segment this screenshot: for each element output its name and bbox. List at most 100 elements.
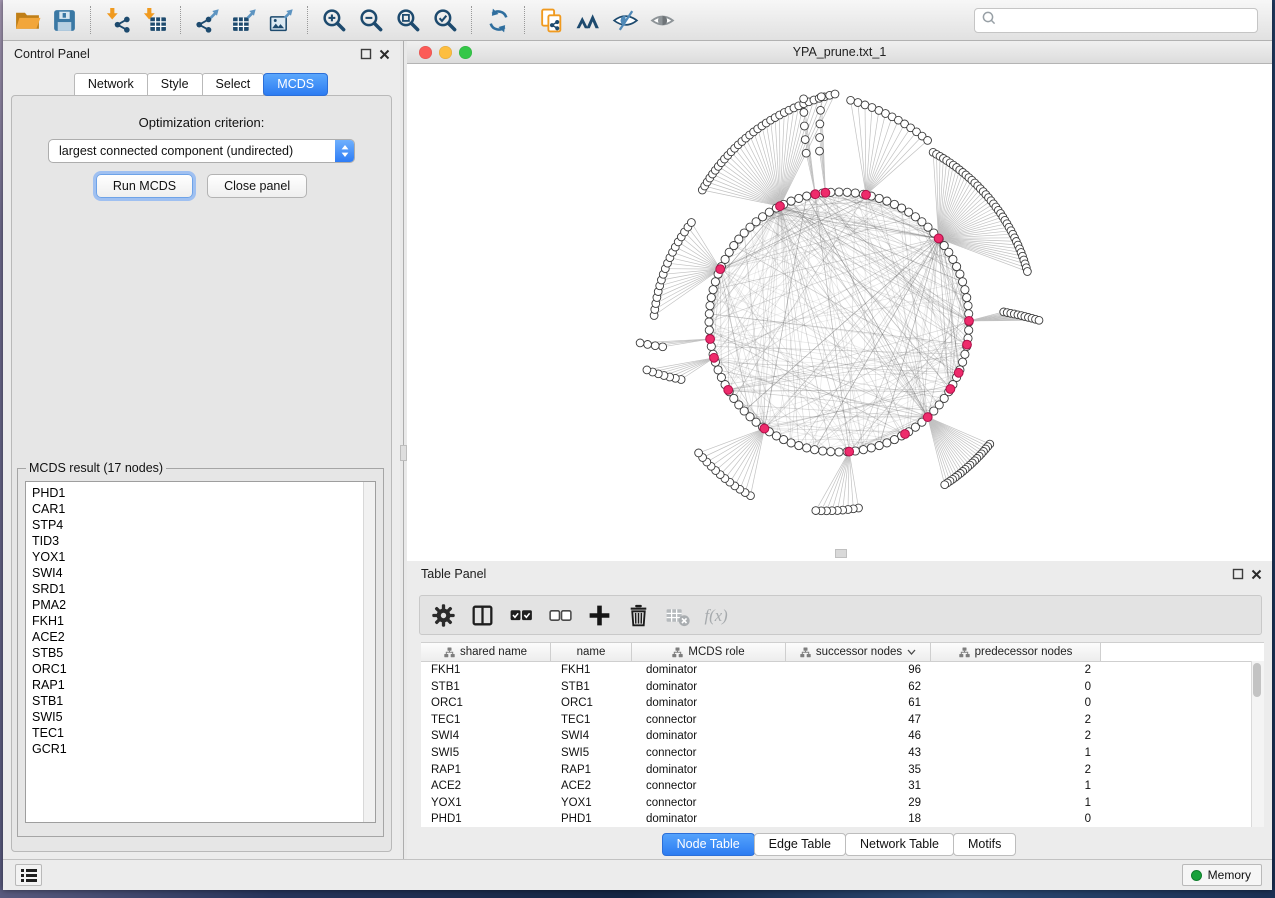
network-hub-node[interactable] (845, 447, 854, 456)
mcds-result-item[interactable]: STP4 (32, 517, 361, 533)
network-node[interactable] (705, 310, 713, 318)
table-scrollbar-thumb[interactable] (1253, 663, 1261, 697)
network-node[interactable] (867, 444, 875, 452)
panel-splitter[interactable] (400, 41, 407, 860)
network-hub-node[interactable] (710, 353, 719, 362)
network-node[interactable] (717, 373, 725, 381)
mcds-result-item[interactable]: TID3 (32, 533, 361, 549)
network-hub-node[interactable] (811, 190, 820, 199)
column-layout-button[interactable] (467, 600, 497, 630)
network-hub-node[interactable] (946, 385, 955, 394)
mcds-result-item[interactable]: GCR1 (32, 741, 361, 757)
table-row[interactable]: SWI5SWI5connector431 (421, 745, 1264, 762)
memory-button[interactable]: Memory (1182, 864, 1262, 886)
network-node[interactable] (961, 286, 969, 294)
attributes-gear-button[interactable] (428, 600, 458, 630)
column-header-shared-name[interactable]: shared name (421, 643, 551, 661)
tab-motifs[interactable]: Motifs (953, 833, 1016, 856)
minimize-traffic-light[interactable] (439, 46, 452, 59)
deselect-all-checkboxes-button[interactable] (545, 600, 575, 630)
table-panel-close-button[interactable] (1250, 568, 1263, 581)
network-node[interactable] (941, 481, 949, 489)
import-network-from-file-button[interactable] (99, 4, 136, 36)
mcds-result-item[interactable]: STB5 (32, 645, 361, 661)
network-node[interactable] (802, 149, 810, 157)
network-hub-node[interactable] (716, 265, 725, 274)
network-node[interactable] (890, 436, 898, 444)
network-hub-node[interactable] (724, 386, 733, 395)
optimization-criterion-select[interactable]: largest connected component (undirected) (48, 139, 355, 163)
network-node[interactable] (953, 263, 961, 271)
new-network-from-selection-button[interactable] (533, 4, 570, 36)
network-node[interactable] (800, 95, 808, 103)
mcds-result-item[interactable]: RAP1 (32, 677, 361, 693)
network-node[interactable] (787, 197, 795, 205)
network-node[interactable] (659, 343, 667, 351)
mcds-result-item[interactable]: TEC1 (32, 725, 361, 741)
network-node[interactable] (854, 99, 862, 107)
show-hide-graphics-details-button[interactable] (607, 4, 644, 36)
network-node[interactable] (959, 278, 967, 286)
close-traffic-light[interactable] (419, 46, 432, 59)
mcds-result-item[interactable]: STB1 (32, 693, 361, 709)
mcds-result-item[interactable]: YOX1 (32, 549, 361, 565)
network-node[interactable] (1035, 316, 1043, 324)
mcds-result-item[interactable]: PMA2 (32, 597, 361, 613)
network-node[interactable] (835, 448, 843, 456)
network-node[interactable] (714, 366, 722, 374)
export-table-button[interactable] (226, 4, 263, 36)
network-node[interactable] (811, 446, 819, 454)
network-node[interactable] (956, 270, 964, 278)
mcds-result-list[interactable]: PHD1CAR1STP4TID3YOX1SWI4SRD1PMA2FKH1ACE2… (25, 481, 376, 823)
table-row[interactable]: YOX1YOX1connector291 (421, 795, 1264, 812)
table-row[interactable]: RAP1RAP1dominator352 (421, 762, 1264, 779)
network-node[interactable] (959, 358, 967, 366)
horizontal-splitter-grip[interactable] (835, 549, 847, 558)
table-row[interactable]: ACE2ACE2connector311 (421, 778, 1264, 795)
network-node[interactable] (651, 342, 659, 350)
network-hub-node[interactable] (706, 335, 715, 344)
tab-network-table[interactable]: Network Table (845, 833, 954, 856)
network-node[interactable] (816, 120, 824, 128)
network-hub-node[interactable] (934, 234, 943, 243)
tab-node-table[interactable]: Node Table (662, 833, 755, 856)
network-node[interactable] (711, 278, 719, 286)
network-node[interactable] (875, 442, 883, 450)
mcds-result-item[interactable]: SRD1 (32, 581, 361, 597)
network-node[interactable] (801, 122, 809, 130)
network-hub-node[interactable] (776, 202, 785, 211)
column-header-predecessor-nodes[interactable]: predecessor nodes (931, 643, 1101, 661)
mcds-list-scrollbar[interactable] (363, 482, 375, 822)
zoom-in-button[interactable] (316, 4, 353, 36)
network-node[interactable] (816, 147, 824, 155)
network-node[interactable] (835, 188, 843, 196)
network-node[interactable] (1024, 268, 1032, 276)
network-node[interactable] (961, 350, 969, 358)
network-node[interactable] (816, 134, 824, 142)
first-neighbors-of-selected-nodes-button[interactable] (570, 4, 607, 36)
mcds-result-item[interactable]: FKH1 (32, 613, 361, 629)
table-row[interactable]: STB1STB1dominator620 (421, 679, 1264, 696)
table-panel-float-button[interactable] (1232, 568, 1245, 581)
network-node[interactable] (795, 442, 803, 450)
network-node[interactable] (705, 318, 713, 326)
tab-style[interactable]: Style (147, 73, 203, 96)
delete-column-button[interactable] (623, 600, 653, 630)
add-column-button[interactable] (584, 600, 614, 630)
network-hub-node[interactable] (923, 413, 932, 422)
table-row[interactable]: PHD1PHD1dominator180 (421, 811, 1264, 827)
network-node[interactable] (817, 93, 825, 101)
network-node[interactable] (843, 188, 851, 196)
network-node[interactable] (859, 446, 867, 454)
zoom-traffic-light[interactable] (459, 46, 472, 59)
network-hub-node[interactable] (760, 424, 769, 433)
network-node[interactable] (875, 194, 883, 202)
network-node[interactable] (695, 449, 703, 457)
table-row[interactable]: SWI4SWI4dominator462 (421, 728, 1264, 745)
network-node[interactable] (644, 341, 652, 349)
column-header-name[interactable]: name (551, 643, 632, 661)
network-node[interactable] (963, 294, 971, 302)
apply-preferred-layout-button[interactable] (480, 4, 517, 36)
import-table-from-file-button[interactable] (136, 4, 173, 36)
network-node[interactable] (883, 439, 891, 447)
